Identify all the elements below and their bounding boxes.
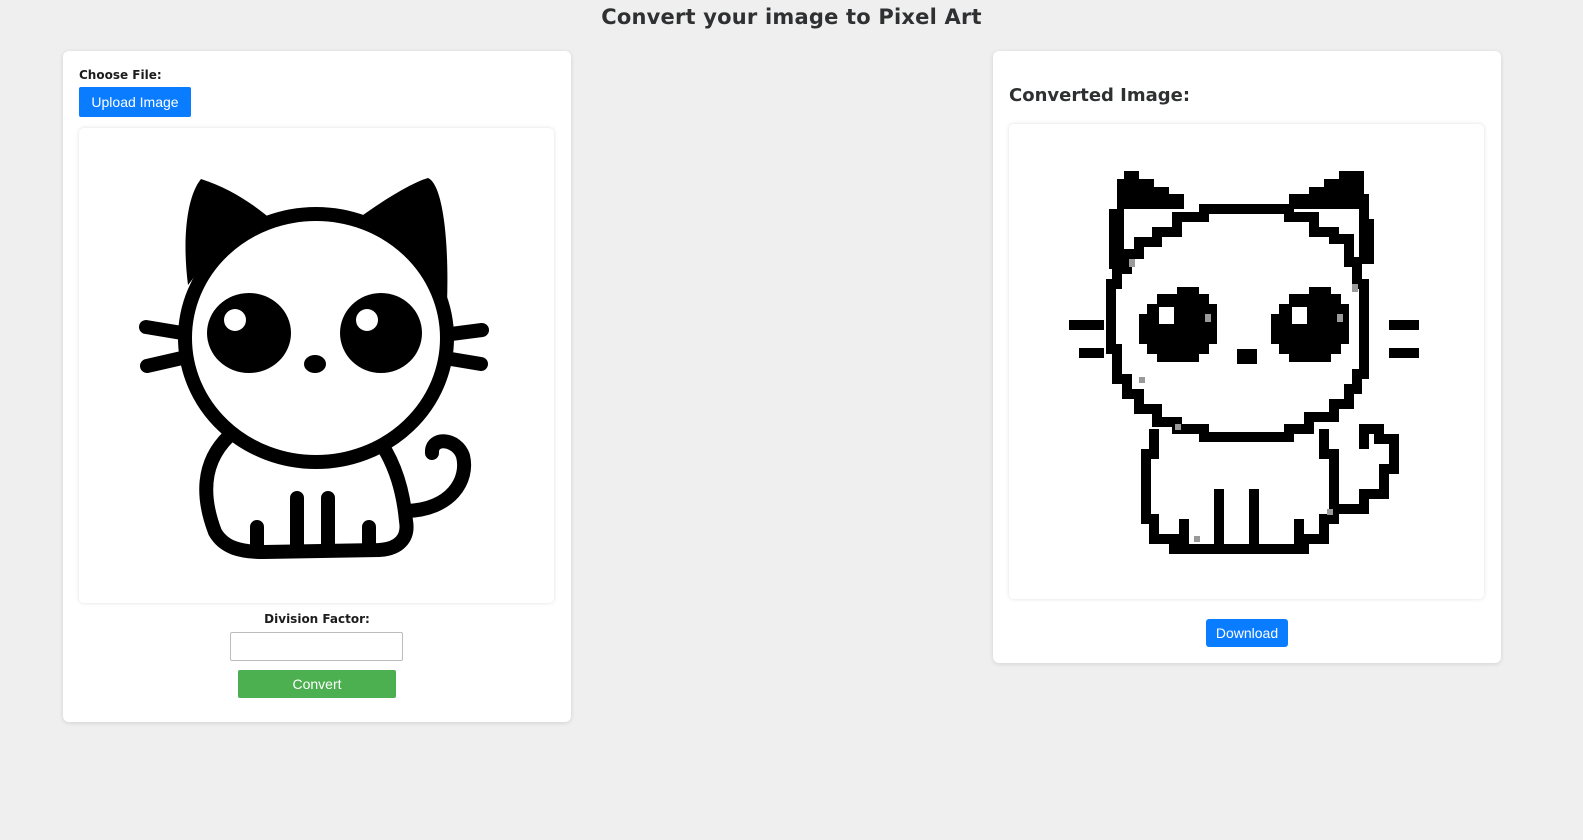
upload-image-button[interactable]: Upload Image bbox=[79, 87, 191, 117]
original-cat-image bbox=[139, 178, 489, 559]
pixel-art-cat-image bbox=[1069, 171, 1419, 554]
original-image-preview bbox=[79, 128, 554, 603]
converted-image-heading: Converted Image: bbox=[1009, 85, 1191, 106]
division-factor-label: Division Factor: bbox=[264, 612, 370, 626]
result-panel: Converted Image: Download bbox=[993, 51, 1501, 663]
upload-panel: Choose File: Upload Image Division Facto… bbox=[63, 51, 571, 722]
choose-file-label: Choose File: bbox=[79, 68, 162, 82]
page-title: Convert your image to Pixel Art bbox=[601, 5, 982, 29]
convert-button[interactable]: Convert bbox=[238, 670, 396, 698]
division-factor-input[interactable] bbox=[230, 632, 403, 661]
converted-image-preview bbox=[1009, 124, 1484, 599]
download-button[interactable]: Download bbox=[1206, 619, 1288, 647]
